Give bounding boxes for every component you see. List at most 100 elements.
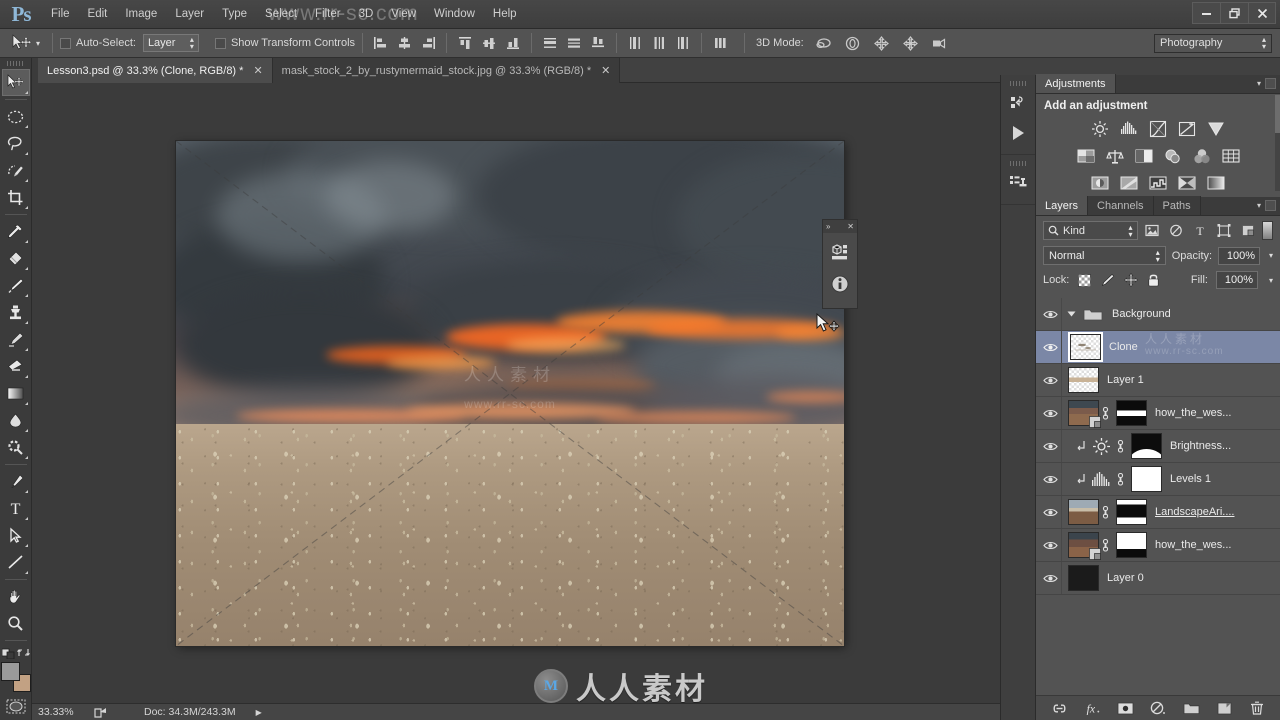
elliptical-marquee-tool[interactable] [2,103,30,130]
layer-thumbnail[interactable] [1068,367,1099,393]
color-lookup-icon[interactable] [1221,146,1241,166]
layer-mask-thumbnail[interactable] [1131,433,1162,459]
share-icon[interactable] [90,706,112,719]
canvas-area[interactable]: 人人素材 www.rr-sc.com » ✕ [32,83,1000,703]
layer-list[interactable]: Background Clone Layer 1 how_the_wes... … [1036,298,1280,688]
hand-tool[interactable] [2,583,30,610]
history-brush-tool[interactable] [2,326,30,353]
align-top-edges-button[interactable] [455,33,475,53]
threshold-icon[interactable] [1148,173,1168,193]
group-disclosure-triangle[interactable] [1065,310,1078,318]
layer-thumbnail[interactable] [1070,334,1101,360]
curves-icon[interactable] [1148,119,1168,139]
align-right-edges-button[interactable] [418,33,438,53]
distribute-bottom-edges-button[interactable] [588,33,608,53]
layer-visibility-toggle[interactable] [1038,408,1062,419]
slide-3d-object-button[interactable] [901,33,921,53]
link-mask-icon[interactable] [1099,505,1112,519]
quick-selection-tool[interactable] [2,157,30,184]
layer-name[interactable]: Brightness... [1170,440,1231,452]
align-vertical-centers-button[interactable] [479,33,499,53]
filter-enable-toggle[interactable] [1262,221,1274,240]
layer-name[interactable]: how_the_wes... [1155,407,1231,419]
menu-image[interactable]: Image [116,0,166,29]
tool-preset-chevron-icon[interactable]: ▾ [36,39,40,48]
table-row[interactable]: Layer 1 [1036,364,1280,397]
close-icon[interactable]: ✕ [601,64,610,77]
filter-type-icon[interactable]: T [1190,221,1209,240]
gradient-map-icon[interactable] [1206,173,1226,193]
fill-slider-chevron-icon[interactable]: ▾ [1269,276,1273,285]
menu-file[interactable]: File [42,0,79,29]
lock-position-icon[interactable] [1123,273,1138,288]
eyedropper-tool[interactable] [2,218,30,245]
tab-layers[interactable]: Layers [1036,196,1089,215]
filter-smart-object-icon[interactable] [1238,221,1257,240]
layer-name[interactable]: Clone [1109,341,1138,353]
table-row[interactable]: how_the_wes... [1036,529,1280,562]
3d-panel-icon[interactable] [829,241,851,263]
restore-button[interactable] [1220,2,1248,24]
path-selection-tool[interactable] [2,522,30,549]
menu-help[interactable]: Help [484,0,526,29]
layer-visibility-toggle[interactable] [1038,540,1062,551]
brightness-contrast-icon[interactable] [1090,119,1110,139]
layer-mask-thumbnail[interactable] [1131,466,1162,492]
photo-filter-icon[interactable] [1163,146,1183,166]
opacity-slider-chevron-icon[interactable]: ▾ [1269,251,1273,260]
eraser-tool[interactable] [2,353,30,380]
align-left-edges-button[interactable] [370,33,390,53]
adjustments-panel-menu[interactable]: ▾ [1257,78,1276,89]
new-fill-adjustment-icon[interactable] [1150,700,1167,717]
layer-mask-thumbnail[interactable] [1116,499,1147,525]
menu-view[interactable]: View [382,0,425,29]
invert-icon[interactable] [1090,173,1110,193]
distribute-top-edges-button[interactable] [540,33,560,53]
drag-3d-object-button[interactable] [872,33,892,53]
layer-visibility-toggle[interactable] [1038,375,1062,386]
scale-3d-object-button[interactable] [930,33,950,53]
auto-align-layers-button[interactable] [710,33,730,53]
layer-name[interactable]: Layer 1 [1107,374,1144,386]
distribute-horizontal-centers-button[interactable] [649,33,669,53]
lock-transparent-pixels-icon[interactable] [1077,273,1092,288]
distribute-right-edges-button[interactable] [673,33,693,53]
tab-paths[interactable]: Paths [1153,196,1201,215]
align-horizontal-centers-button[interactable] [394,33,414,53]
document-tab-lesson3[interactable]: Lesson3.psd @ 33.3% (Clone, RGB/8) * ✕ [38,58,273,83]
panel-collapse-icon[interactable] [1265,78,1276,89]
actions-play-icon[interactable] [1001,118,1035,148]
swap-colors-icon[interactable] [16,646,30,659]
menu-edit[interactable]: Edit [79,0,117,29]
distribute-vertical-centers-button[interactable] [564,33,584,53]
lock-image-pixels-icon[interactable] [1100,273,1115,288]
layer-name[interactable]: Levels 1 [1170,473,1211,485]
layer-visibility-toggle[interactable] [1038,309,1062,320]
blend-mode-dropdown[interactable]: Normal ▴ ▾ [1043,246,1166,265]
new-layer-icon[interactable] [1216,700,1233,717]
close-icon[interactable]: ✕ [253,64,262,77]
delete-layer-icon[interactable] [1249,700,1266,717]
fill-value-field[interactable]: 100% [1215,271,1258,289]
active-tool-preset[interactable]: ▾ [6,34,45,52]
menu-select[interactable]: Select [256,0,306,29]
workspace-switcher[interactable]: Photography ▴ ▾ [1154,33,1272,53]
toolbox-grip[interactable] [5,58,27,69]
zoom-tool[interactable] [2,610,30,637]
menu-3d[interactable]: 3D [350,0,383,29]
type-tool[interactable]: T [2,495,30,522]
align-bottom-edges-button[interactable] [503,33,523,53]
panel-collapse-icon[interactable] [1265,200,1276,211]
gradient-tool[interactable] [2,380,30,407]
history-panel-icon[interactable] [1001,88,1035,118]
mini-panel-header[interactable]: » ✕ [823,220,857,233]
black-white-icon[interactable] [1134,146,1154,166]
opacity-value-field[interactable]: 100% [1218,246,1260,265]
layer-thumbnail[interactable] [1068,532,1101,560]
new-group-icon[interactable] [1183,700,1200,717]
posterize-icon[interactable] [1119,173,1139,193]
menu-type[interactable]: Type [213,0,256,29]
minimize-button[interactable] [1192,2,1220,24]
collapse-icon[interactable]: » [826,222,830,231]
distribute-left-edges-button[interactable] [625,33,645,53]
